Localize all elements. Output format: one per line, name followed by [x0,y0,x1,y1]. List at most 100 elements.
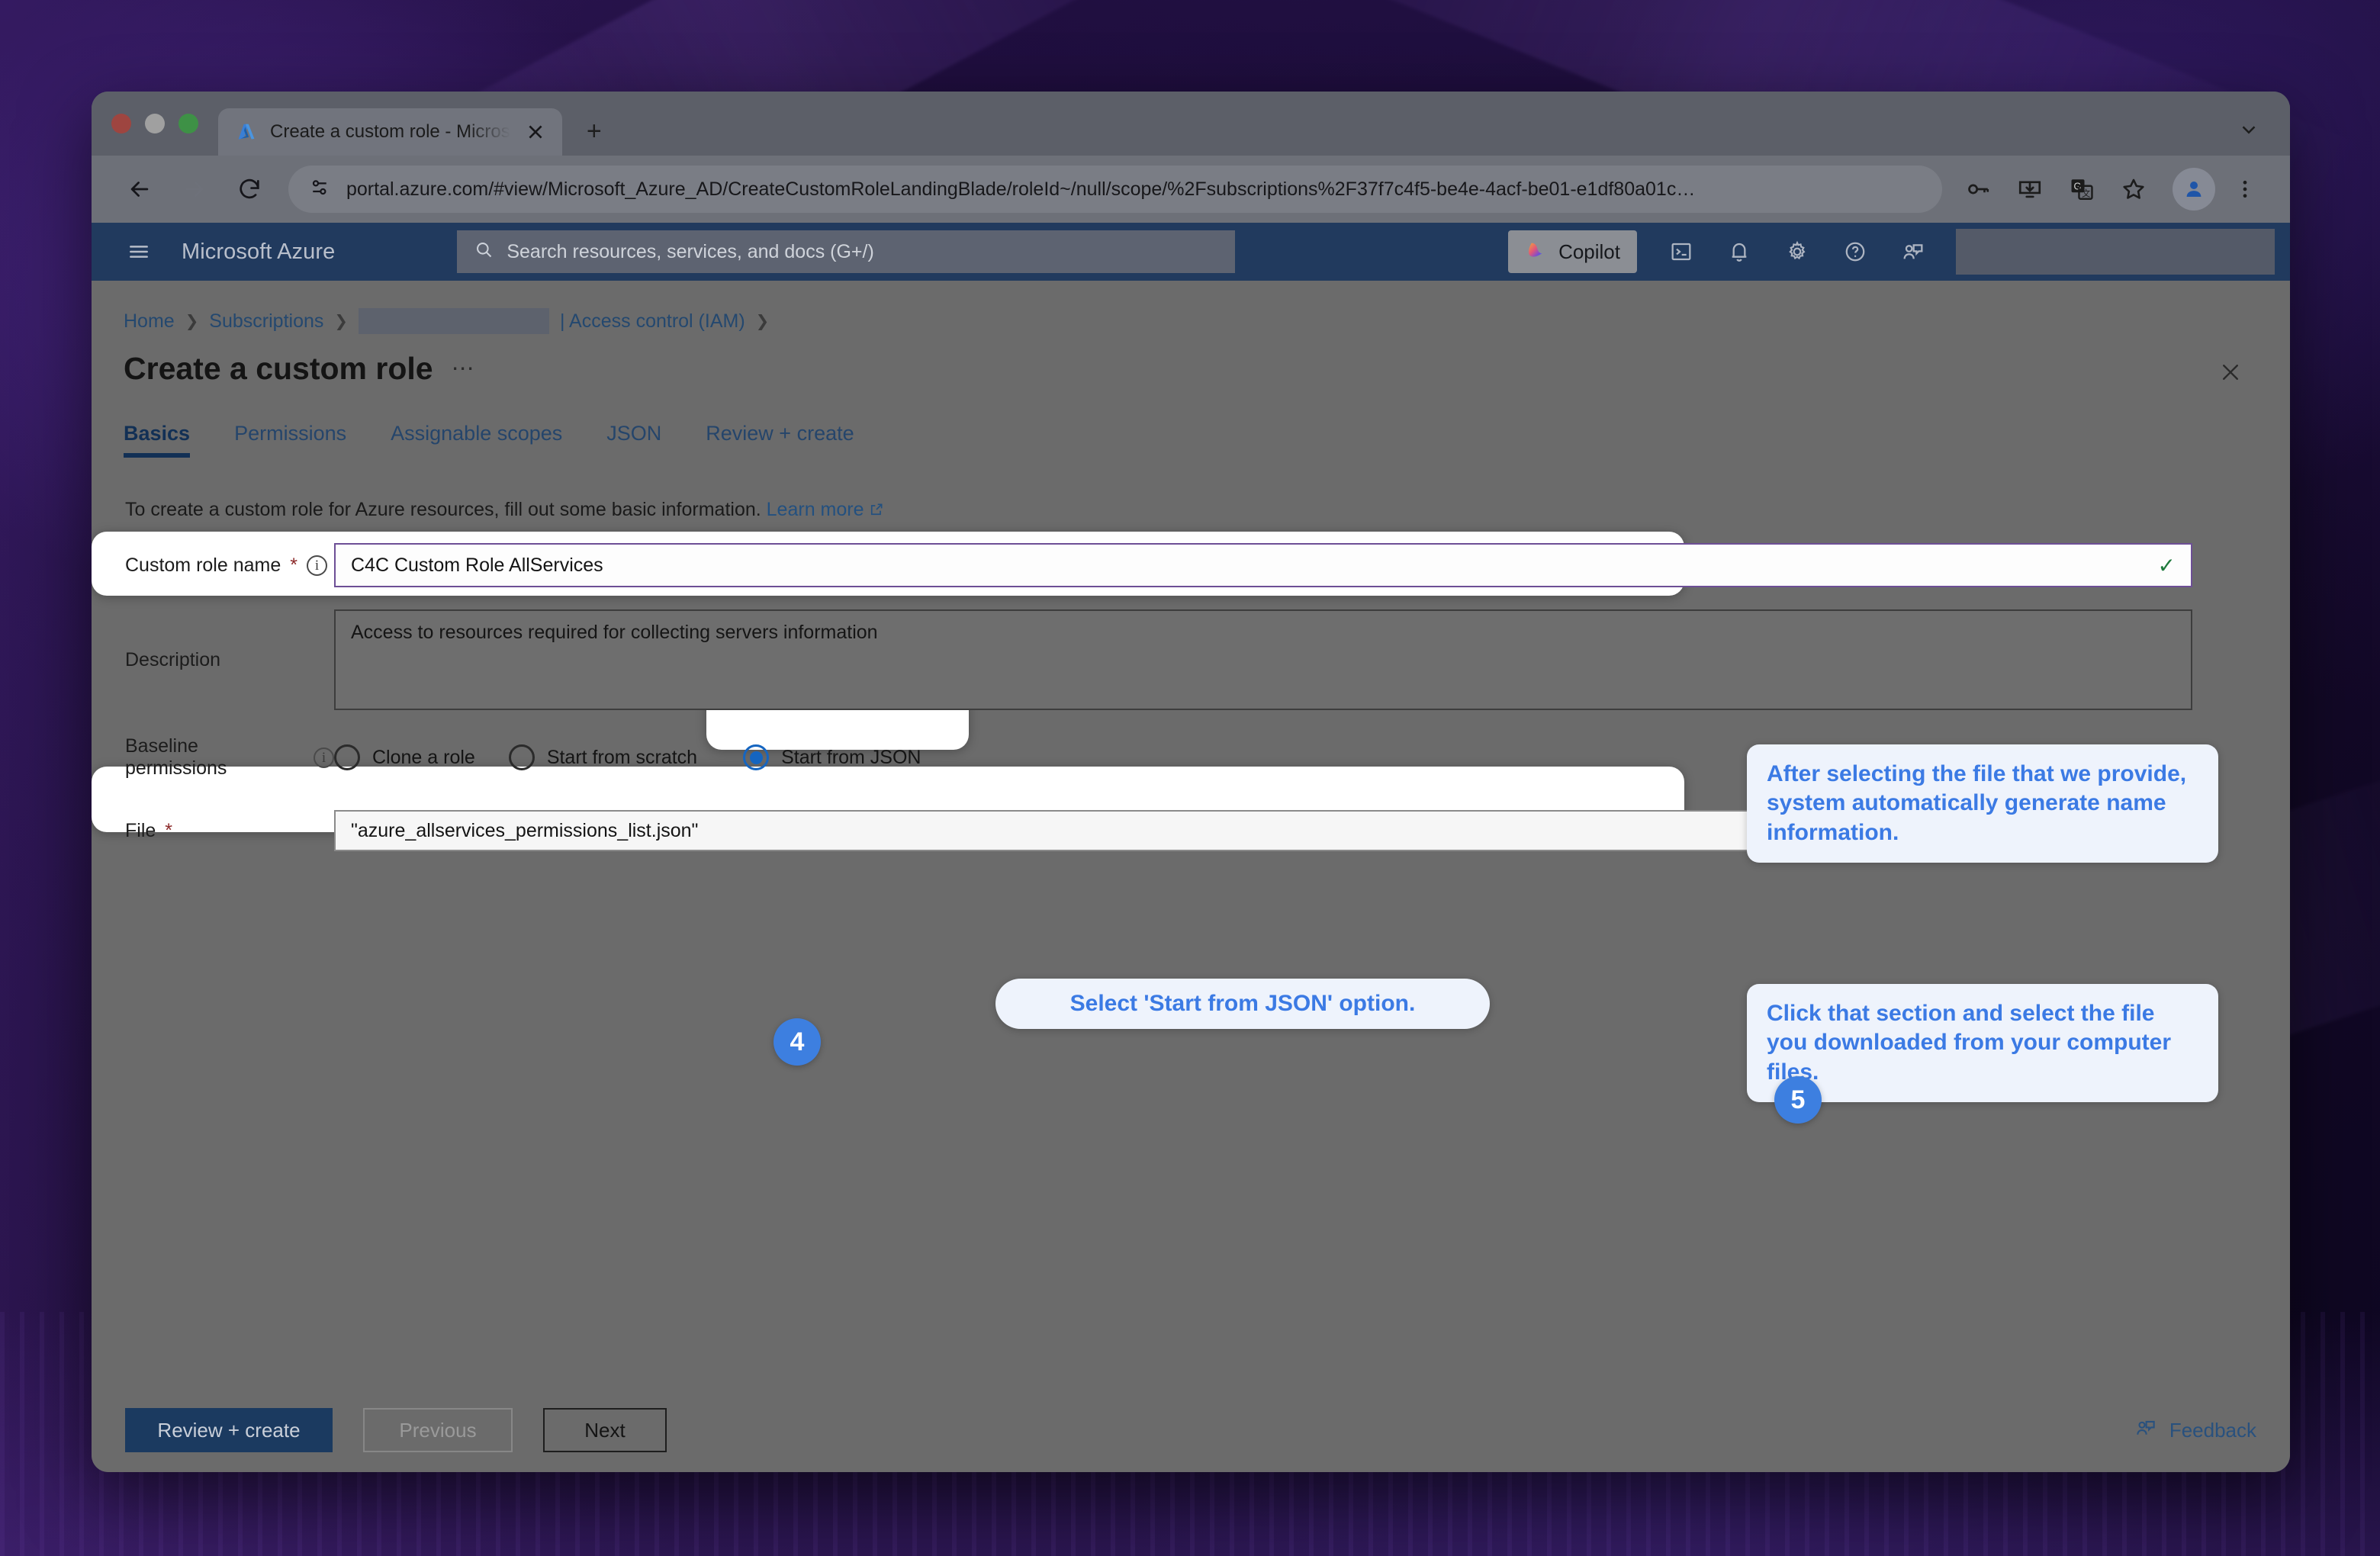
minimize-window-button[interactable] [145,114,165,133]
role-name-value: C4C Custom Role AllServices [351,554,603,576]
azure-brand-label[interactable]: Microsoft Azure [182,240,335,265]
chrome-menu-icon[interactable] [2223,167,2267,211]
close-icon[interactable] [2209,351,2252,394]
url-text: portal.azure.com/#view/Microsoft_Azure_A… [346,178,1696,200]
info-icon[interactable]: i [306,555,327,576]
desktop-wallpaper: Create a custom role - Micros + portal.a… [0,0,2380,1556]
previous-button[interactable]: Previous [363,1408,513,1452]
translate-icon[interactable]: G 文 [2060,167,2104,211]
tab-basics[interactable]: Basics [124,422,191,458]
copilot-label: Copilot [1558,240,1620,263]
feedback-person-icon[interactable] [1886,224,1941,279]
account-info-redacted [1956,229,2275,275]
azure-logo-icon [235,121,258,143]
notifications-bell-icon[interactable] [1712,224,1767,279]
radio-label: Start from JSON [781,746,921,768]
azure-top-bar: Microsoft Azure Search resources, servic… [92,223,2290,281]
file-value: "azure_allservices_permissions_list.json… [351,819,699,841]
address-bar[interactable]: portal.azure.com/#view/Microsoft_Azure_A… [288,166,1942,213]
breadcrumb: Home ❯ Subscriptions ❯ | Access control … [92,281,2290,334]
breadcrumb-separator: ❯ [185,312,199,330]
annotation-callout-role-name: After selecting the file that we provide… [1747,744,2218,863]
baseline-permissions-label-text: Baseline permissions [125,735,227,779]
radio-start-from-scratch[interactable]: Start from scratch [508,744,698,770]
install-app-icon[interactable] [2008,167,2052,211]
description-label: Description [125,609,334,710]
radio-label: Clone a role [372,746,475,768]
review-create-button[interactable]: Review + create [125,1408,333,1452]
back-arrow-icon[interactable] [114,164,165,214]
breadcrumb-separator: ❯ [755,312,770,330]
radio-circle-icon [334,744,360,770]
tab-permissions[interactable]: Permissions [234,422,346,458]
feedback-label: Feedback [2169,1418,2256,1442]
radio-circle-icon [508,744,535,770]
close-window-button[interactable] [111,114,131,133]
reload-icon[interactable] [224,164,275,214]
field-role-name: Custom role name * i C4C Custom Role All… [125,541,2290,590]
annotation-badge-4: 4 [774,1018,821,1066]
azure-search-placeholder: Search resources, services, and docs (G+… [507,240,874,262]
tab-assignable-scopes[interactable]: Assignable scopes [391,422,562,458]
description-label-text: Description [125,648,221,670]
bookmark-star-icon[interactable] [2111,167,2156,211]
search-icon [474,240,494,264]
file-label: File * [125,820,334,842]
profile-avatar-icon[interactable] [2173,168,2215,211]
hamburger-menu-icon[interactable] [117,230,160,273]
page-title: Create a custom role [124,351,433,386]
info-icon[interactable]: i [314,747,334,768]
file-label-text: File [125,819,156,841]
toolbar-icons: G 文 [1956,167,2267,211]
external-link-icon [869,499,884,520]
blade-tabs: Basics Permissions Assignable scopes JSO… [92,387,2290,458]
blade-footer: Review + create Previous Next Feedback [92,1388,2290,1472]
browser-tab-active[interactable]: Create a custom role - Micros [218,108,562,156]
breadcrumb-item-home[interactable]: Home [124,310,175,333]
role-name-label-text: Custom role name [125,554,281,576]
role-name-input[interactable]: C4C Custom Role AllServices ✓ [334,543,2192,587]
baseline-permissions-label: Baseline permissions i [125,735,334,780]
breadcrumb-item-access-control[interactable]: | Access control (IAM) [560,310,745,333]
required-marker: * [165,819,173,841]
blade-intro-text: To create a custom role for Azure resour… [92,458,2290,521]
tab-review-create[interactable]: Review + create [706,422,854,458]
password-key-icon[interactable] [1956,167,2000,211]
radio-clone-a-role[interactable]: Clone a role [334,744,475,770]
window-controls[interactable] [111,92,218,156]
settings-gear-icon[interactable] [1770,224,1825,279]
copilot-button[interactable]: Copilot [1508,230,1637,273]
valid-check-icon: ✓ [2157,553,2176,577]
browser-toolbar: portal.azure.com/#view/Microsoft_Azure_A… [92,156,2290,223]
blade-header: Create a custom role ⋯ [92,334,2290,387]
field-description: Description Access to resources required… [125,609,2290,710]
radio-circle-selected-icon [743,744,770,770]
tab-title: Create a custom role - Micros [270,121,510,142]
copilot-icon [1525,239,1548,265]
close-tab-button[interactable] [523,119,548,145]
next-button[interactable]: Next [543,1408,667,1452]
radio-start-from-json[interactable]: Start from JSON [743,744,921,770]
forward-arrow-icon[interactable] [169,164,220,214]
description-textarea[interactable]: Access to resources required for collect… [334,609,2192,710]
learn-more-link[interactable]: Learn more [767,499,864,520]
description-value: Access to resources required for collect… [351,622,878,643]
site-settings-icon[interactable] [308,176,331,203]
create-custom-role-blade: Home ❯ Subscriptions ❯ | Access control … [92,281,2290,1472]
more-actions-button[interactable]: ⋯ [452,355,477,382]
azure-portal-page: Microsoft Azure Search resources, servic… [92,223,2290,1472]
radio-label: Start from scratch [546,746,698,768]
azure-global-search[interactable]: Search resources, services, and docs (G+… [457,230,1236,273]
annotation-callout-select-json: Select 'Start from JSON' option. [995,979,1490,1030]
tab-json[interactable]: JSON [606,422,661,458]
new-tab-button[interactable]: + [573,110,616,153]
help-question-icon[interactable] [1828,224,1883,279]
feedback-button[interactable]: Feedback [2134,1416,2256,1445]
breadcrumb-item-subscription-redacted [358,308,549,334]
annotation-callout-file-select: Click that section and select the file y… [1747,984,2218,1103]
annotation-badge-5: 5 [1774,1076,1822,1124]
maximize-window-button[interactable] [178,114,198,133]
cloud-shell-icon[interactable] [1654,224,1709,279]
breadcrumb-item-subscriptions[interactable]: Subscriptions [209,310,323,333]
tab-search-chevron-down-icon[interactable] [2229,110,2269,149]
